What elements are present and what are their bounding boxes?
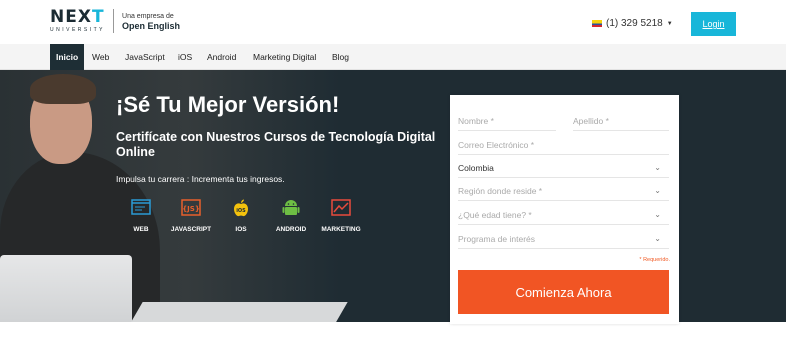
person-hair — [30, 74, 96, 104]
logo-accent-text: T — [91, 7, 105, 27]
marketing-icon — [331, 199, 351, 216]
chevron-down-icon: ⌄ — [654, 163, 661, 172]
region-select[interactable]: Región donde reside * ⌄ — [458, 181, 669, 201]
course-javascript-label: JAVASCRIPT — [170, 226, 212, 233]
course-javascript[interactable]: {JS} JAVASCRIPT — [166, 198, 216, 233]
course-marketing-label: MARKETING — [321, 226, 361, 233]
course-web-label: WEB — [133, 226, 149, 233]
top-header: NEXT UNIVERSITY Una empresa de Open Engl… — [0, 0, 786, 44]
svg-text:iOS: iOS — [236, 208, 246, 214]
nav-item-android[interactable]: Android — [207, 44, 236, 70]
required-note: * Requerido. — [639, 257, 670, 263]
program-select[interactable]: Programa de interés ⌄ — [458, 229, 669, 249]
svg-text:{JS}: {JS} — [182, 205, 200, 213]
email-field[interactable]: Correo Electrónico * — [458, 135, 669, 155]
logo-divider — [113, 9, 115, 33]
course-icons: WEB {JS} JAVASCRIPT iOS IOS ANDROID MARK… — [116, 198, 366, 233]
nav-item-marketing-digital[interactable]: Marketing Digital — [253, 44, 316, 70]
phone-number: (1) 329 5218 — [606, 18, 663, 29]
age-select[interactable]: ¿Qué edad tiene? * ⌄ — [458, 205, 669, 225]
program-select-placeholder: Programa de interés — [458, 234, 536, 244]
phone-selector[interactable]: (1) 329 5218 ▼ — [592, 18, 673, 29]
logo-subtext-line2: Open English — [122, 20, 181, 31]
logo-main-text: NEX — [50, 7, 92, 27]
javascript-icon: {JS} — [181, 199, 201, 216]
nav-item-ios[interactable]: iOS — [178, 44, 192, 70]
age-select-placeholder: ¿Qué edad tiene? * — [458, 210, 532, 220]
course-ios-label: IOS — [235, 226, 247, 233]
nombre-field[interactable]: Nombre * — [458, 111, 556, 131]
country-select-value: Colombia — [458, 163, 494, 173]
web-icon — [131, 199, 151, 215]
android-icon — [282, 200, 300, 215]
login-button[interactable]: Login — [691, 12, 736, 36]
course-web[interactable]: WEB — [116, 198, 166, 233]
laptop-base — [125, 302, 348, 322]
nav-item-blog[interactable]: Blog — [332, 44, 349, 70]
hero-tagline: Impulsa tu carrera : Incrementa tus ingr… — [116, 174, 285, 184]
logo-university-text: UNIVERSITY — [50, 27, 106, 33]
chevron-down-icon: ⌄ — [654, 210, 661, 219]
course-marketing[interactable]: MARKETING — [316, 198, 366, 233]
hero-subtitle: Certifícate con Nuestros Cursos de Tecno… — [116, 130, 436, 159]
region-select-placeholder: Región donde reside * — [458, 186, 543, 196]
hero-title: ¡Sé Tu Mejor Versión! — [116, 92, 340, 117]
main-nav: Inicio Web JavaScript iOS Android Market… — [0, 44, 786, 70]
apple-icon: iOS — [234, 199, 248, 217]
nav-item-web[interactable]: Web — [92, 44, 109, 70]
course-ios[interactable]: iOS IOS — [216, 198, 266, 233]
course-android[interactable]: ANDROID — [266, 198, 316, 233]
chevron-down-icon: ⌄ — [654, 234, 661, 243]
country-select[interactable]: Colombia ⌄ — [458, 158, 669, 178]
apellido-field[interactable]: Apellido * — [573, 111, 669, 131]
logo-subtext-line1: Una empresa de — [122, 12, 174, 20]
colombia-flag-icon — [592, 20, 602, 27]
laptop-screen — [0, 255, 132, 322]
comienza-ahora-button[interactable]: Comienza Ahora — [458, 270, 669, 314]
nav-item-javascript[interactable]: JavaScript — [125, 44, 165, 70]
chevron-down-icon: ⌄ — [654, 186, 661, 195]
caret-down-icon: ▼ — [666, 20, 673, 27]
signup-form: Nombre * Apellido * Correo Electrónico *… — [450, 95, 679, 324]
course-android-label: ANDROID — [275, 226, 307, 233]
nav-item-inicio[interactable]: Inicio — [50, 44, 85, 70]
next-university-logo[interactable]: NEXT UNIVERSITY Una empresa de Open Engl… — [50, 9, 180, 33]
